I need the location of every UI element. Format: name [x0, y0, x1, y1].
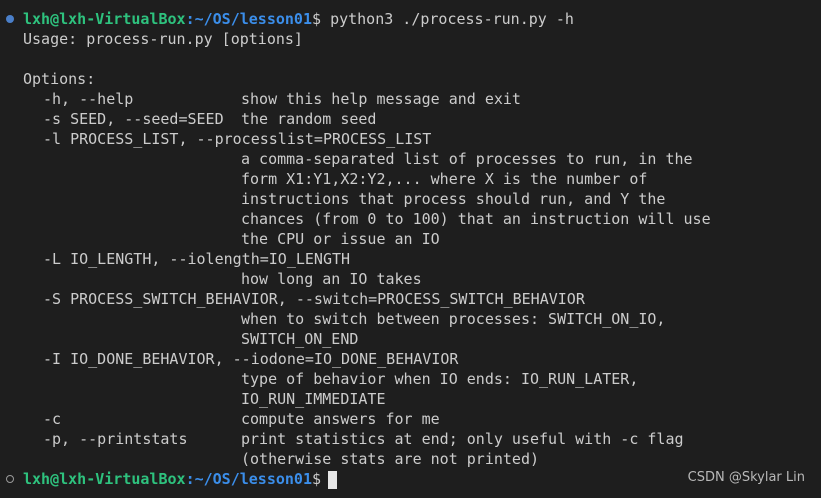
option-flag: -I IO_DONE_BEHAVIOR, --iodone=IO_DONE_BE…: [43, 350, 459, 368]
prompt-line: lxh@lxh-VirtualBox:~/OS/lesson01$: [23, 469, 338, 489]
option-description-line: a comma-separated list of processes to r…: [241, 150, 693, 168]
prompt-user-host: lxh@lxh-VirtualBox: [23, 470, 186, 488]
option-iolength: -L IO_LENGTH, --iolength=IO_LENGTH: [23, 249, 350, 269]
option-flag: -l PROCESS_LIST, --processlist=PROCESS_L…: [43, 130, 432, 148]
option-switch: -S PROCESS_SWITCH_BEHAVIOR, --switch=PRO…: [23, 289, 585, 309]
command-status-icon[interactable]: [6, 15, 14, 23]
option-description-line: (otherwise stats are not printed): [241, 450, 540, 468]
watermark-text: CSDN @Skylar Lin: [687, 470, 805, 485]
option-description-line: SWITCH_ON_END: [241, 330, 359, 348]
option-description: compute answers for me: [241, 410, 440, 428]
prompt-user-host: lxh@lxh-VirtualBox: [23, 10, 186, 28]
option-description-line: the CPU or issue an IO: [241, 230, 440, 248]
option-flag: -L IO_LENGTH, --iolength=IO_LENGTH: [43, 250, 351, 268]
option-flag: -c: [43, 410, 62, 428]
option-description: the random seed: [241, 110, 377, 128]
options-header: Options:: [23, 70, 96, 88]
option-flag: -s SEED, --seed=SEED: [43, 110, 224, 128]
option-description-line: form X1:Y1,X2:Y2,... where X is the numb…: [241, 170, 648, 188]
option-description-line: how long an IO takes: [241, 270, 422, 288]
prompt-symbol: $: [312, 10, 322, 28]
option-compute: -c compute answers for me: [23, 409, 440, 429]
terminal-panel[interactable]: lxh@lxh-VirtualBox:~/OS/lesson01$ python…: [0, 0, 821, 498]
option-flag: -p, --printstats: [43, 430, 188, 448]
usage-line: Usage: process-run.py [options]: [23, 30, 303, 48]
option-description-line: when to switch between processes: SWITCH…: [241, 310, 666, 328]
prompt-path: :~/OS/lesson01: [185, 470, 312, 488]
option-flag: -h, --help: [43, 90, 134, 108]
option-printstats: -p, --printstats print statistics at end;…: [23, 429, 684, 449]
option-iodone: -I IO_DONE_BEHAVIOR, --iodone=IO_DONE_BE…: [23, 349, 458, 369]
option-description-line: type of behavior when IO ends: IO_RUN_LA…: [241, 370, 639, 388]
prompt-path: :~/OS/lesson01: [185, 10, 312, 28]
option-description-line: chances (from 0 to 100) that an instruct…: [241, 210, 711, 228]
option-processlist: -l PROCESS_LIST, --processlist=PROCESS_L…: [23, 129, 431, 149]
option-seed: -s SEED, --seed=SEED the random seed: [23, 109, 376, 129]
option-help: -h, --help show this help message and exi…: [23, 89, 521, 109]
option-description-line: IO_RUN_IMMEDIATE: [241, 390, 386, 408]
option-description: show this help message and exit: [241, 90, 521, 108]
option-description-line: instructions that process should run, an…: [241, 190, 666, 208]
prompt-line: lxh@lxh-VirtualBox:~/OS/lesson01$ python…: [23, 9, 574, 29]
option-flag: -S PROCESS_SWITCH_BEHAVIOR, --switch=PRO…: [43, 290, 585, 308]
text-cursor[interactable]: [328, 470, 338, 489]
prompt-symbol: $: [312, 470, 322, 488]
command-status-icon[interactable]: [6, 475, 14, 483]
command-text: python3 ./process-run.py -h: [330, 10, 574, 28]
option-description: print statistics at end; only useful wit…: [241, 430, 684, 448]
